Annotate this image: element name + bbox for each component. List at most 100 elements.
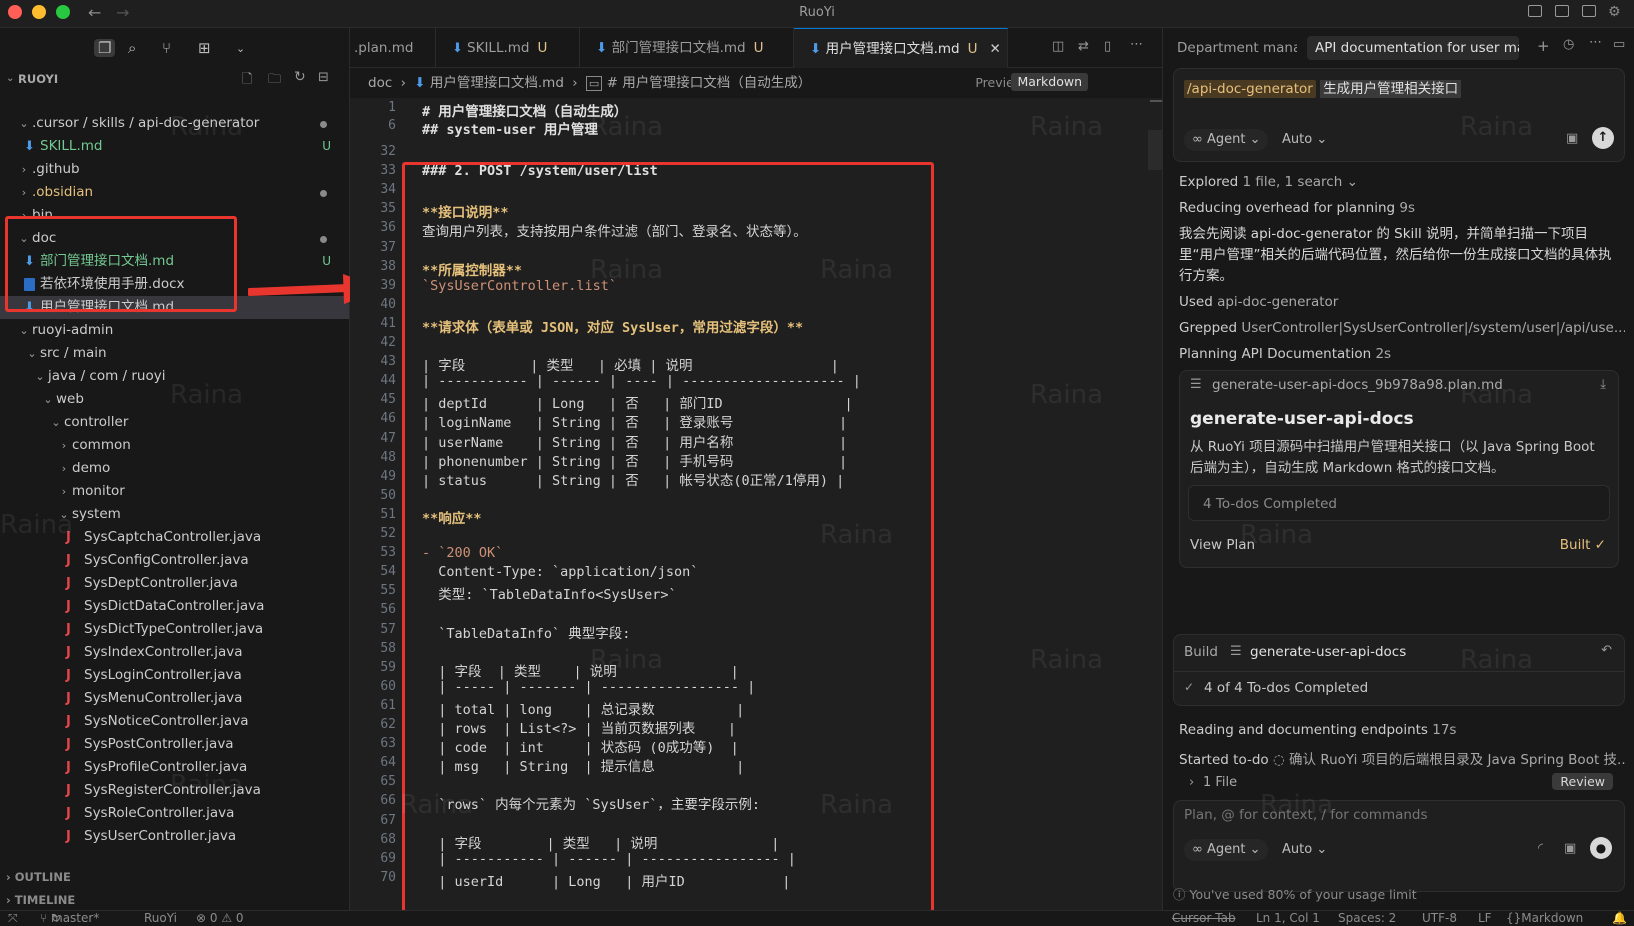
image-icon[interactable]: ▣	[1564, 841, 1576, 856]
explorer-root-label[interactable]: RUOYI	[18, 72, 58, 86]
split-editor-icon[interactable]: ◫	[1052, 39, 1064, 54]
tree-item-java-file[interactable]: J SysDeptController.java	[0, 572, 349, 595]
plan-file-name[interactable]: generate-user-api-docs_9b978a98.plan.md	[1212, 377, 1503, 393]
todos-box[interactable]: 4 To-dos Completed	[1188, 485, 1610, 521]
more-icon[interactable]: ⋯	[1589, 35, 1602, 50]
editor-scrollbar[interactable]	[1148, 130, 1162, 170]
chat-tab-api-doc[interactable]: API documentation for user man	[1307, 36, 1519, 60]
tree-item-java-file[interactable]: J SysMenuController.java	[0, 687, 349, 710]
collapse-all-icon[interactable]: ⊟	[318, 70, 329, 85]
agent-mode-selector[interactable]: ∞ Agent ⌄	[1184, 129, 1269, 151]
files-icon[interactable]: ❐	[94, 39, 116, 57]
chat-tab-department[interactable]: Department mana	[1169, 36, 1297, 60]
prompt-card[interactable]: /api-doc-generator 生成用户管理相关接口 ∞ Agent ⌄ …	[1173, 68, 1625, 162]
chat-input-card[interactable]: ∞ Agent ⌄ Auto ⌄ ◜ ▣ ●	[1173, 800, 1625, 892]
encoding[interactable]: UTF-8	[1422, 911, 1457, 926]
tree-item-folder-web[interactable]: ⌄ web	[0, 388, 349, 411]
compare-icon[interactable]: ⇄	[1078, 39, 1089, 54]
tree-item-file-skill-md[interactable]: ⬇ SKILL.md U	[0, 135, 349, 158]
tree-item-java-file[interactable]: J SysConfigController.java	[0, 549, 349, 572]
notifications-icon[interactable]: 🔔	[1612, 911, 1627, 926]
tree-item-folder-github[interactable]: › .github	[0, 158, 349, 181]
tree-item-java-file[interactable]: J SysRegisterController.java	[0, 779, 349, 802]
toggle-secondary-sidebar-icon[interactable]	[1582, 5, 1596, 17]
chevron-right-icon: ›	[6, 893, 15, 907]
cursor-tab-status[interactable]: Cursor Tab	[1172, 911, 1236, 926]
tree-item-java-file[interactable]: J SysDictDataController.java	[0, 595, 349, 618]
history-icon[interactable]: ◷	[1563, 37, 1574, 52]
model-selector[interactable]: Auto ⌄	[1274, 839, 1335, 861]
tree-item-folder-common[interactable]: › common	[0, 434, 349, 457]
chevron-down-icon[interactable]: ⌄	[236, 42, 245, 55]
new-chat-icon[interactable]: +	[1537, 37, 1550, 55]
tree-item-java-file[interactable]: J SysUserController.java	[0, 825, 349, 848]
send-arrow-icon[interactable]: ↑	[1592, 127, 1614, 149]
extensions-icon[interactable]: ⊞	[198, 39, 211, 57]
problems-indicator[interactable]: ⊗ 0 ⚠ 0	[196, 911, 244, 926]
new-file-icon[interactable]: 🗋	[242, 70, 252, 92]
tree-item-java-file[interactable]: J SysDictTypeController.java	[0, 618, 349, 641]
breadcrumb-heading[interactable]: # 用户管理接口文档（自动生成）	[607, 75, 812, 91]
tree-item-java-file[interactable]: J SysProfileController.java	[0, 756, 349, 779]
markdown-mode-button[interactable]: Markdown	[1011, 73, 1088, 91]
explored-step[interactable]: Explored 1 file, 1 search ⌄	[1179, 174, 1358, 190]
search-icon[interactable]: ⌕	[128, 39, 136, 57]
tab-user-doc[interactable]: ⬇ 用户管理接口文档.md U ✕	[794, 28, 1008, 68]
tree-item-java-file[interactable]: J SysNoticeController.java	[0, 710, 349, 733]
tree-item-folder-obsidian[interactable]: › .obsidian	[0, 181, 349, 204]
cursor-position[interactable]: Ln 1, Col 1	[1256, 911, 1320, 926]
tree-item-folder-java-com-ruoyi[interactable]: ⌄ java / com / ruoyi	[0, 365, 349, 388]
build-card[interactable]: Build ☰ generate-user-api-docs ↶ ✓ 4 of …	[1173, 634, 1625, 706]
tree-item-java-file[interactable]: J SysLoginController.java	[0, 664, 349, 687]
tree-item-java-file[interactable]: J SysIndexController.java	[0, 641, 349, 664]
tree-item-folder-cursor-skills[interactable]: ⌄ .cursor / skills / api-doc-generator	[0, 112, 349, 135]
microphone-icon[interactable]: ●	[1590, 837, 1612, 859]
tab-skill[interactable]: ⬇ SKILL.md U	[436, 28, 580, 68]
image-icon[interactable]: ▣	[1566, 131, 1578, 146]
tree-item-folder-demo[interactable]: › demo	[0, 457, 349, 480]
view-plan-link[interactable]: View Plan	[1190, 537, 1255, 553]
tab-status: U	[967, 41, 978, 57]
step-label: Used	[1179, 294, 1213, 310]
tree-item-java-file[interactable]: J SysCaptchaController.java	[0, 526, 349, 549]
tab-plan[interactable]: .plan.md	[350, 28, 436, 68]
line-ending[interactable]: LF	[1478, 911, 1492, 926]
toggle-panel-icon[interactable]	[1555, 5, 1569, 17]
tab-dept-doc[interactable]: ⬇ 部门管理接口文档.md U	[580, 28, 794, 68]
timeline-section[interactable]: › TIMELINE	[6, 893, 75, 907]
tree-item-folder-ruoyi-admin[interactable]: ⌄ ruoyi-admin	[0, 319, 349, 342]
language-mode[interactable]: {} Markdown	[1506, 911, 1583, 926]
tree-item-folder-monitor[interactable]: › monitor	[0, 480, 349, 503]
close-tab-icon[interactable]: ✕	[990, 41, 1001, 57]
layout-icon[interactable]: ▯	[1104, 39, 1111, 54]
branch-indicator[interactable]: ⑂ master* ↻	[40, 911, 99, 926]
outline-section[interactable]: › OUTLINE	[6, 870, 71, 884]
agent-mode-selector[interactable]: ∞ Agent ⌄	[1184, 839, 1269, 861]
tree-item-java-file[interactable]: J SysPostController.java	[0, 733, 349, 756]
breadcrumb-file[interactable]: 用户管理接口文档.md	[430, 75, 564, 91]
undo-icon[interactable]: ↶	[1601, 643, 1612, 658]
model-selector[interactable]: Auto ⌄	[1274, 129, 1335, 151]
more-actions-icon[interactable]: ⋯	[1130, 37, 1143, 52]
changed-files-row[interactable]: › 1 File Review	[1179, 772, 1619, 796]
tree-item-label: SysConfigController.java	[84, 552, 249, 568]
new-folder-icon[interactable]: 🗀	[268, 70, 281, 92]
project-name[interactable]: RuoYi	[144, 911, 177, 926]
source-control-icon[interactable]: ⑂	[162, 39, 171, 57]
chat-input[interactable]	[1184, 807, 1604, 823]
breadcrumb-doc[interactable]: doc	[368, 75, 392, 91]
refresh-icon[interactable]: ↻	[294, 69, 306, 85]
tree-item-java-file[interactable]: J SysRoleController.java	[0, 802, 349, 825]
indentation[interactable]: Spaces: 2	[1338, 911, 1396, 926]
chevron-down-icon: ⌄	[51, 416, 61, 429]
download-icon[interactable]: ⤓	[1600, 377, 1606, 392]
remote-icon[interactable]: ⤧	[8, 911, 18, 926]
tree-item-folder-src-main[interactable]: ⌄ src / main	[0, 342, 349, 365]
toggle-sidebar-icon[interactable]	[1528, 5, 1542, 17]
panel-toggle-icon[interactable]: ▭	[1613, 37, 1625, 52]
tree-item-folder-controller[interactable]: ⌄ controller	[0, 411, 349, 434]
review-button[interactable]: Review	[1552, 773, 1613, 790]
settings-gear-icon[interactable]: ⚙	[1608, 4, 1621, 20]
chevron-down-icon[interactable]: ⌄	[6, 73, 14, 84]
tree-item-folder-system[interactable]: ⌄ system	[0, 503, 349, 526]
